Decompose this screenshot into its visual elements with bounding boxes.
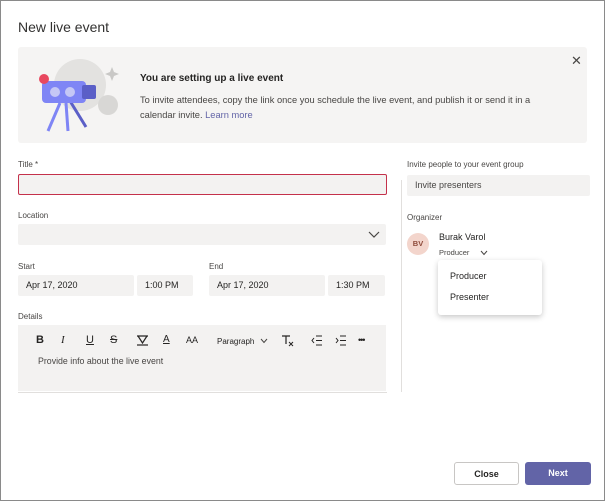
location-dropdown[interactable] [18,224,386,245]
banner-heading: You are setting up a live event [140,73,284,84]
start-date-input[interactable]: Apr 17, 2020 [18,275,134,296]
camera-illustration [39,59,119,132]
end-date-input[interactable]: Apr 17, 2020 [209,275,325,296]
banner-text: To invite attendees, copy the link once … [140,93,560,123]
chevron-down-icon[interactable] [480,250,488,256]
location-label: Location [18,211,49,220]
highlight-icon[interactable] [136,334,149,346]
paragraph-dropdown[interactable]: Paragraph [217,335,268,349]
next-button[interactable]: Next [525,462,591,485]
banner-body: To invite attendees, copy the link once … [140,95,531,120]
font-color-button[interactable]: A [163,333,170,347]
invite-label: Invite people to your event group [407,160,524,169]
organizer-role-dropdown[interactable]: Producer [439,248,469,257]
menu-item-producer[interactable]: Producer [450,271,487,281]
paragraph-label: Paragraph [217,337,255,346]
italic-button[interactable]: I [61,333,65,347]
role-menu: Producer Presenter [438,260,542,315]
start-label: Start [18,262,35,271]
close-button[interactable]: Close [454,462,519,485]
invite-presenters-input[interactable]: Invite presenters [407,175,590,196]
decrease-indent-icon[interactable] [311,335,323,346]
chevron-down-icon [368,231,380,238]
strikethrough-button[interactable]: S [110,333,117,347]
end-label: End [209,262,224,271]
start-time-input[interactable]: 1:00 PM [137,275,193,296]
end-time-input[interactable]: 1:30 PM [328,275,385,296]
font-size-button[interactable]: AA [186,333,198,347]
dialog-title: New live event [18,19,110,35]
details-label: Details [18,312,43,321]
organizer-name: Burak Varol [439,232,486,242]
title-input[interactable] [18,174,387,195]
details-placeholder: Provide info about the live event [38,356,164,366]
learn-more-link[interactable]: Learn more [205,110,253,120]
avatar: BV [407,233,429,255]
clear-formatting-icon[interactable] [281,334,294,347]
chevron-down-icon [260,338,267,344]
column-divider [401,180,402,392]
details-divider [18,392,387,393]
underline-button[interactable]: U [86,333,94,347]
menu-item-presenter[interactable]: Presenter [450,292,489,302]
close-icon[interactable]: ✕ [571,54,582,68]
organizer-label: Organizer [407,213,443,222]
title-label: Title * [18,160,39,169]
more-options-button[interactable]: ••• [358,333,366,347]
bold-button[interactable]: B [36,333,44,347]
increase-indent-icon[interactable] [335,335,347,346]
